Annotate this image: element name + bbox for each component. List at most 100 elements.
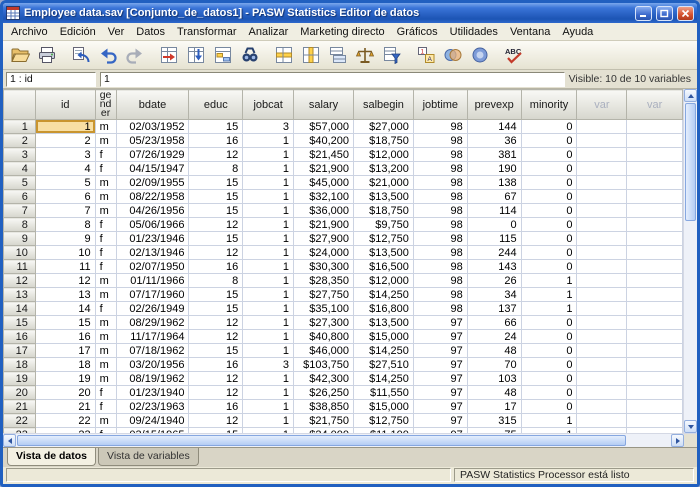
cell-r12-minority[interactable]: 1: [521, 274, 577, 288]
cell-empty[interactable]: [627, 288, 683, 302]
cell-r13-salary[interactable]: $27,750: [294, 288, 354, 302]
cell-r10-jobtime[interactable]: 98: [413, 246, 467, 260]
corner-cell[interactable]: [4, 90, 36, 120]
cell-r4-jobcat[interactable]: 1: [243, 162, 294, 176]
row-number[interactable]: 18: [4, 358, 36, 372]
cell-r3-salary[interactable]: $21,450: [294, 148, 354, 162]
cell-empty[interactable]: [627, 190, 683, 204]
cell-r6-gender[interactable]: m: [95, 190, 116, 204]
cell-r8-salary[interactable]: $21,900: [294, 218, 354, 232]
row-number[interactable]: 20: [4, 386, 36, 400]
cell-r14-bdate[interactable]: 02/26/1949: [116, 302, 189, 316]
maximize-button[interactable]: [656, 6, 673, 21]
cell-r19-salary[interactable]: $42,300: [294, 372, 354, 386]
cell-r9-id[interactable]: 9: [35, 232, 95, 246]
cell-r7-bdate[interactable]: 04/26/1956: [116, 204, 189, 218]
cell-r14-jobcat[interactable]: 1: [243, 302, 294, 316]
cell-empty[interactable]: [627, 302, 683, 316]
cell-r15-educ[interactable]: 12: [189, 316, 243, 330]
cell-r6-salary[interactable]: $32,100: [294, 190, 354, 204]
cell-r18-gender[interactable]: m: [95, 358, 116, 372]
vertical-scroll-thumb[interactable]: [685, 103, 696, 221]
cell-r8-minority[interactable]: 0: [521, 218, 577, 232]
cell-r7-educ[interactable]: 15: [189, 204, 243, 218]
row-number[interactable]: 13: [4, 288, 36, 302]
cell-r14-jobtime[interactable]: 98: [413, 302, 467, 316]
cell-r17-salbegin[interactable]: $14,250: [354, 344, 414, 358]
cell-r20-gender[interactable]: f: [95, 386, 116, 400]
cell-r19-gender[interactable]: m: [95, 372, 116, 386]
row-number[interactable]: 12: [4, 274, 36, 288]
cell-r11-minority[interactable]: 0: [521, 260, 577, 274]
cell-r9-salary[interactable]: $27,900: [294, 232, 354, 246]
cell-r9-gender[interactable]: f: [95, 232, 116, 246]
cell-r6-minority[interactable]: 0: [521, 190, 577, 204]
cell-r12-gender[interactable]: m: [95, 274, 116, 288]
redo-button[interactable]: [122, 42, 148, 68]
cell-r11-bdate[interactable]: 02/07/1950: [116, 260, 189, 274]
show-all-variables-button[interactable]: [467, 42, 493, 68]
cell-r2-salary[interactable]: $40,200: [294, 134, 354, 148]
cell-r1-id[interactable]: 1: [35, 120, 95, 134]
dialog-recall-button[interactable]: [68, 42, 94, 68]
cell-r9-salbegin[interactable]: $12,750: [354, 232, 414, 246]
cell-r6-bdate[interactable]: 08/22/1958: [116, 190, 189, 204]
cell-empty[interactable]: [577, 204, 627, 218]
cell-r13-minority[interactable]: 1: [521, 288, 577, 302]
cell-empty[interactable]: [627, 120, 683, 134]
minimize-button[interactable]: [635, 6, 652, 21]
cell-r15-minority[interactable]: 0: [521, 316, 577, 330]
cell-r9-educ[interactable]: 15: [189, 232, 243, 246]
cell-r18-salbegin[interactable]: $27,510: [354, 358, 414, 372]
row-number[interactable]: 7: [4, 204, 36, 218]
cell-empty[interactable]: [577, 218, 627, 232]
cell-r15-bdate[interactable]: 08/29/1962: [116, 316, 189, 330]
cell-r4-bdate[interactable]: 04/15/1947: [116, 162, 189, 176]
cell-r7-salary[interactable]: $36,000: [294, 204, 354, 218]
cell-r2-prevexp[interactable]: 36: [467, 134, 521, 148]
cell-r15-gender[interactable]: m: [95, 316, 116, 330]
cell-r19-id[interactable]: 19: [35, 372, 95, 386]
cell-r3-jobcat[interactable]: 1: [243, 148, 294, 162]
cell-empty[interactable]: [627, 372, 683, 386]
cell-r17-gender[interactable]: m: [95, 344, 116, 358]
cell-r9-bdate[interactable]: 01/23/1946: [116, 232, 189, 246]
cell-empty[interactable]: [577, 400, 627, 414]
cell-r5-prevexp[interactable]: 138: [467, 176, 521, 190]
cell-r5-jobcat[interactable]: 1: [243, 176, 294, 190]
cell-r10-gender[interactable]: f: [95, 246, 116, 260]
menu-ver[interactable]: Ver: [102, 24, 131, 40]
cell-r4-salbegin[interactable]: $13,200: [354, 162, 414, 176]
cell-r16-bdate[interactable]: 11/17/1964: [116, 330, 189, 344]
cell-r10-salary[interactable]: $24,000: [294, 246, 354, 260]
cell-r10-jobcat[interactable]: 1: [243, 246, 294, 260]
cell-r19-prevexp[interactable]: 103: [467, 372, 521, 386]
cell-r7-minority[interactable]: 0: [521, 204, 577, 218]
cell-r5-id[interactable]: 5: [35, 176, 95, 190]
cell-r8-salbegin[interactable]: $9,750: [354, 218, 414, 232]
cell-r8-gender[interactable]: f: [95, 218, 116, 232]
column-header-minority[interactable]: minority: [521, 90, 577, 120]
cell-r6-jobtime[interactable]: 98: [413, 190, 467, 204]
cell-r19-bdate[interactable]: 08/19/1962: [116, 372, 189, 386]
cell-r9-jobcat[interactable]: 1: [243, 232, 294, 246]
cell-r21-jobtime[interactable]: 97: [413, 400, 467, 414]
horizontal-scroll-thumb[interactable]: [17, 435, 626, 446]
row-number[interactable]: 2: [4, 134, 36, 148]
cell-r8-bdate[interactable]: 05/06/1966: [116, 218, 189, 232]
cell-empty[interactable]: [627, 400, 683, 414]
menu-archivo[interactable]: Archivo: [5, 24, 54, 40]
cell-r4-minority[interactable]: 0: [521, 162, 577, 176]
menu-ayuda[interactable]: Ayuda: [556, 24, 599, 40]
cell-r10-prevexp[interactable]: 244: [467, 246, 521, 260]
cell-empty[interactable]: [577, 274, 627, 288]
cell-r18-jobtime[interactable]: 97: [413, 358, 467, 372]
column-header-gender[interactable]: gender: [95, 90, 116, 120]
cell-empty[interactable]: [627, 414, 683, 428]
goto-case-button[interactable]: [156, 42, 182, 68]
cell-empty[interactable]: [627, 148, 683, 162]
cell-r19-jobtime[interactable]: 97: [413, 372, 467, 386]
cell-r17-salary[interactable]: $46,000: [294, 344, 354, 358]
cell-r7-id[interactable]: 7: [35, 204, 95, 218]
print-button[interactable]: [34, 42, 60, 68]
